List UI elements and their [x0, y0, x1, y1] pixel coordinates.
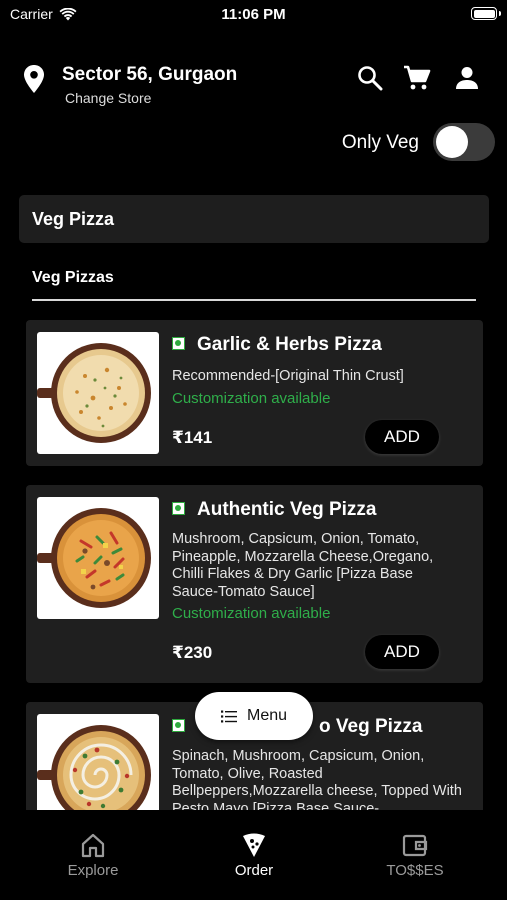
cart-icon[interactable]	[403, 64, 431, 92]
tab-label: TO$$ES	[386, 862, 444, 879]
location-pin-icon[interactable]	[22, 64, 46, 94]
add-button[interactable]: ADD	[365, 635, 439, 669]
product-name: o Veg Pizza	[319, 716, 423, 737]
toggle-knob	[436, 126, 468, 158]
product-price: ₹230	[172, 643, 213, 662]
product-name: Authentic Veg Pizza	[197, 499, 377, 520]
tab-explore[interactable]: Explore	[33, 832, 153, 879]
category-title: Veg Pizza	[32, 209, 115, 229]
customization-label: Customization available	[172, 605, 331, 622]
only-veg-toggle[interactable]	[433, 123, 495, 161]
veg-indicator-icon	[172, 719, 185, 732]
pizza-image	[37, 497, 159, 619]
store-name[interactable]: Sector 56, Gurgaon	[62, 64, 237, 86]
pizza-slice-icon	[243, 833, 265, 857]
subcategory-divider	[32, 299, 476, 301]
menu-button[interactable]: Menu	[195, 692, 313, 740]
product-description: Recommended-[Original Thin Crust]	[172, 368, 404, 384]
product-description: Mushroom, Capsicum, Onion, Tomato, Pinea…	[172, 531, 434, 600]
product-card[interactable]: Authentic Veg Pizza Mushroom, Capsicum, …	[26, 485, 483, 683]
add-button[interactable]: ADD	[365, 420, 439, 454]
status-bar: Carrier 11:06 PM	[0, 0, 507, 30]
pizza-image	[37, 714, 159, 810]
tab-label: Explore	[67, 862, 119, 879]
tab-tosses[interactable]: TO$$ES	[355, 832, 475, 879]
customization-label: Customization available	[172, 390, 331, 407]
home-icon	[81, 833, 105, 858]
change-store-link[interactable]: Change Store	[65, 90, 151, 106]
category-header[interactable]: Veg Pizza	[19, 195, 489, 243]
product-description: Spinach, Mushroom, Capsicum, Onion, Toma…	[172, 748, 462, 810]
only-veg-label: Only Veg	[341, 132, 419, 153]
veg-indicator-icon	[172, 502, 185, 515]
list-icon	[220, 710, 237, 722]
tab-order[interactable]: Order	[194, 832, 314, 879]
tab-label: Order	[234, 862, 274, 879]
product-card[interactable]: Garlic & Herbs Pizza Recommended-[Origin…	[26, 320, 483, 466]
pizza-image	[37, 332, 159, 454]
product-price: ₹141	[172, 428, 213, 447]
wallet-icon	[402, 834, 428, 857]
battery-icon	[471, 7, 501, 20]
menu-button-label: Menu	[246, 707, 288, 724]
product-name: Garlic & Herbs Pizza	[197, 334, 382, 355]
bottom-tab-bar: Explore Order TO$$ES	[0, 810, 507, 900]
veg-indicator-icon	[172, 337, 185, 350]
profile-icon[interactable]	[453, 64, 481, 92]
subcategory-title: Veg Pizzas	[32, 269, 114, 286]
store-header: Sector 56, Gurgaon Change Store	[0, 58, 507, 114]
status-time: 11:06 PM	[221, 6, 286, 23]
search-icon[interactable]	[356, 64, 384, 92]
